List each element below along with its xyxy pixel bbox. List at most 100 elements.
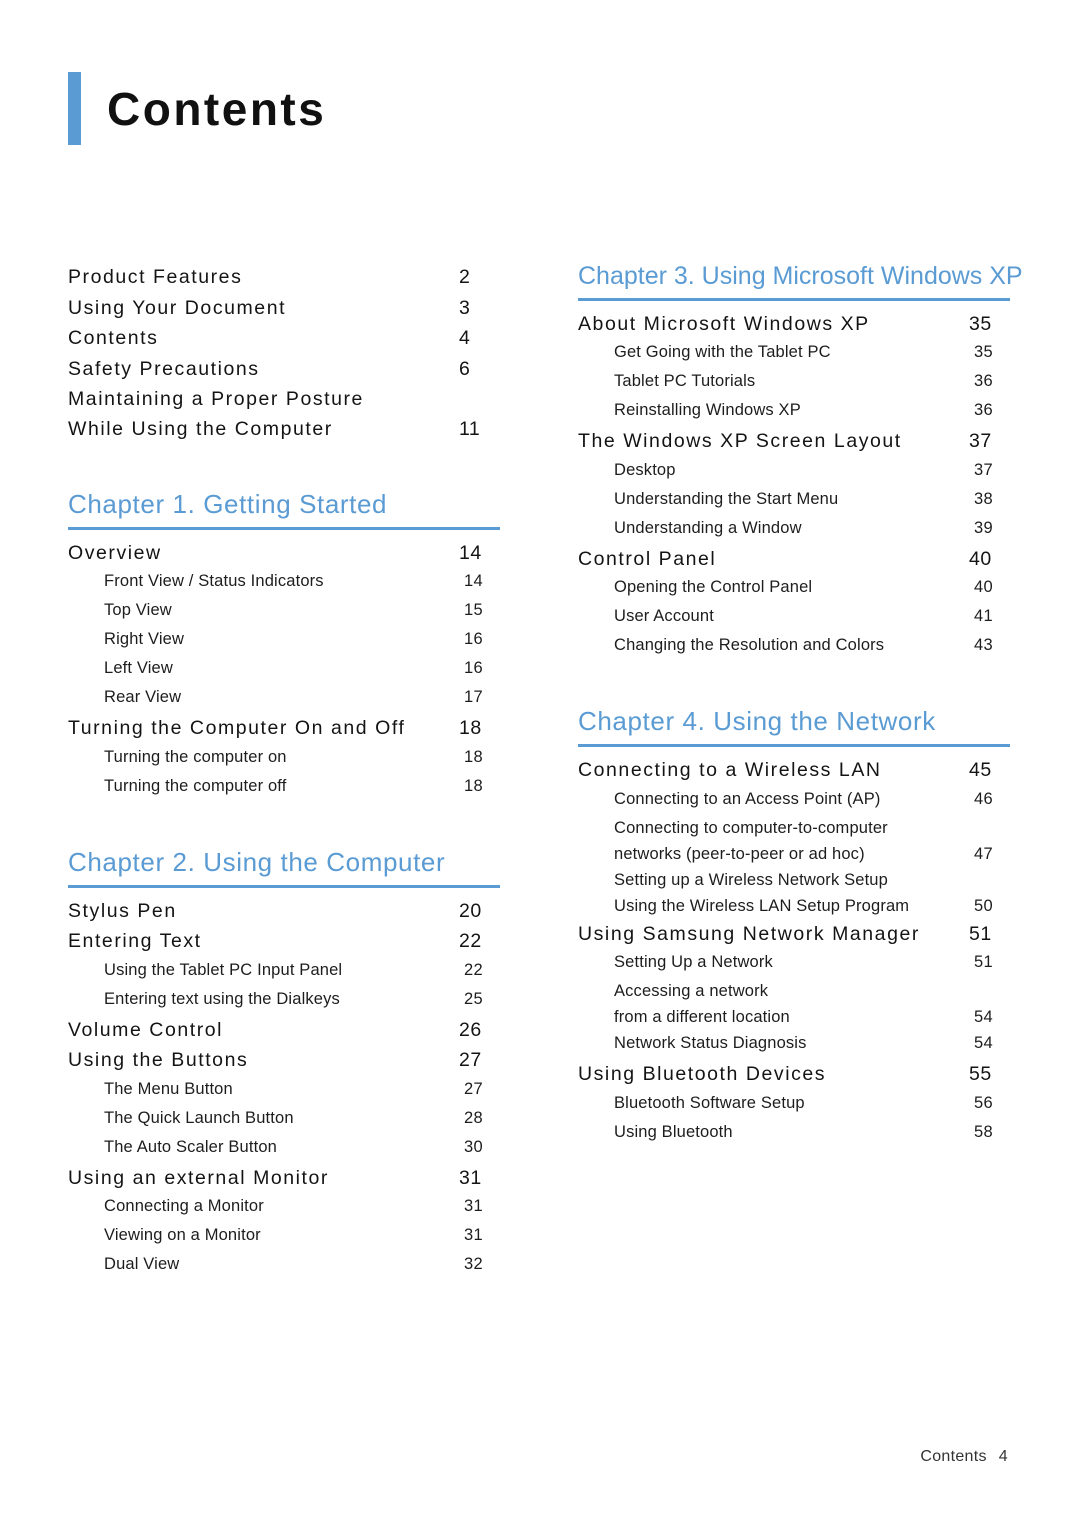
toc-entry-label: The Quick Launch Button bbox=[104, 1108, 294, 1127]
toc-chapter-heading[interactable]: Chapter 4. Using the Network bbox=[578, 706, 1010, 744]
toc-entry[interactable]: Setting Up a Network 51 bbox=[578, 949, 1010, 978]
toc-entry-label: Connecting to computer-to-computer netwo… bbox=[614, 818, 888, 863]
toc-entry[interactable]: Top View 15 bbox=[68, 597, 500, 626]
toc-chapter: Chapter 3. Using Microsoft Windows XP Abo… bbox=[578, 262, 1023, 661]
toc-entry-label: Stylus Pen bbox=[68, 899, 177, 922]
toc-entry-page-number: 36 bbox=[974, 401, 993, 420]
toc-entry[interactable]: Rear View 17 bbox=[68, 684, 500, 713]
toc-entry[interactable]: About Microsoft Windows XP 35 bbox=[578, 310, 1010, 340]
toc-entry[interactable]: Right View 16 bbox=[68, 626, 500, 655]
toc-entry-page-number: 16 bbox=[464, 659, 483, 678]
toc-entry-page-number: 6 bbox=[459, 357, 471, 380]
toc-entry[interactable]: Using an external Monitor 31 bbox=[68, 1164, 500, 1194]
toc-entry[interactable]: Viewing on a Monitor 31 bbox=[68, 1222, 500, 1251]
toc-entry[interactable]: Using Your Document 3 bbox=[68, 294, 500, 324]
toc-entry[interactable]: The Windows XP Screen Layout 37 bbox=[578, 427, 1010, 457]
toc-entry-label: Bluetooth Software Setup bbox=[614, 1093, 805, 1112]
toc-entry-page-number: 31 bbox=[464, 1197, 483, 1216]
toc-entry[interactable]: User Account 41 bbox=[578, 603, 1010, 632]
toc-entry[interactable]: Using the Buttons 27 bbox=[68, 1046, 500, 1076]
toc-entry-label: Viewing on a Monitor bbox=[104, 1226, 261, 1245]
toc-entry[interactable]: Overview 14 bbox=[68, 539, 500, 569]
toc-entry[interactable]: Desktop 37 bbox=[578, 457, 1010, 486]
toc-chapter: Chapter 2. Using the Computer Stylus Pen 2… bbox=[68, 847, 500, 1280]
toc-entry[interactable]: Stylus Pen 20 bbox=[68, 897, 500, 927]
toc-entry[interactable]: Product Features 2 bbox=[68, 263, 500, 293]
toc-entry-label: Turning the computer on bbox=[104, 747, 287, 766]
toc-entry-page-number: 40 bbox=[974, 578, 993, 597]
toc-entry[interactable]: Left View 16 bbox=[68, 655, 500, 684]
toc-entry[interactable]: Accessing a network from a different loc… bbox=[578, 978, 1010, 1030]
toc-entry[interactable]: Control Panel 40 bbox=[578, 545, 1010, 575]
toc-entry-label: Control Panel bbox=[578, 547, 717, 570]
toc-entry-page-number: 35 bbox=[969, 312, 992, 335]
toc-entry[interactable]: Reinstalling Windows XP 36 bbox=[578, 397, 1010, 426]
toc-chapter-heading[interactable]: Chapter 3. Using Microsoft Windows XP bbox=[578, 262, 1023, 298]
toc-entry-label: Turning the Computer On and Off bbox=[68, 717, 406, 740]
toc-entry[interactable]: Connecting to a Wireless LAN 45 bbox=[578, 756, 1010, 786]
toc-entry[interactable]: Setting up a Wireless Network Setup Usin… bbox=[578, 867, 1010, 919]
toc-entry-page-number: 16 bbox=[464, 630, 483, 649]
toc-entry[interactable]: The Quick Launch Button 28 bbox=[68, 1105, 500, 1134]
toc-entry[interactable]: Volume Control 26 bbox=[68, 1016, 500, 1046]
toc-entry[interactable]: Turning the Computer On and Off 18 bbox=[68, 714, 500, 744]
toc-entry-label: Tablet PC Tutorials bbox=[614, 372, 756, 391]
page-header: Contents bbox=[68, 72, 326, 145]
toc-entry[interactable]: Contents 4 bbox=[68, 324, 500, 354]
toc-entry-label: Product Features bbox=[68, 266, 243, 288]
toc-entry[interactable]: Turning the computer off 18 bbox=[68, 773, 500, 802]
toc-entry[interactable]: Bluetooth Software Setup 56 bbox=[578, 1090, 1010, 1119]
toc-entry[interactable]: Tablet PC Tutorials 36 bbox=[578, 368, 1010, 397]
toc-entry-page-number: 30 bbox=[464, 1137, 483, 1156]
toc-entry[interactable]: The Auto Scaler Button 30 bbox=[68, 1134, 500, 1163]
toc-entry-label: Dual View bbox=[104, 1255, 180, 1274]
toc-entry-page-number: 20 bbox=[459, 899, 482, 922]
toc-entry[interactable]: Front View / Status Indicators 14 bbox=[68, 568, 500, 597]
toc-entry[interactable]: Network Status Diagnosis 54 bbox=[578, 1030, 1010, 1059]
toc-entry[interactable]: Maintaining a Proper Posture While Using… bbox=[68, 385, 500, 444]
toc-entry[interactable]: Understanding a Window 39 bbox=[578, 515, 1010, 544]
toc-frontmatter: Product Features 2 Using Your Document 3 Con… bbox=[68, 263, 500, 444]
toc-chapter-heading[interactable]: Chapter 2. Using the Computer bbox=[68, 847, 500, 885]
toc-entry[interactable]: Connecting to computer-to-computer netwo… bbox=[578, 815, 1010, 867]
toc-entry[interactable]: Get Going with the Tablet PC 35 bbox=[578, 339, 1010, 368]
toc-entry[interactable]: Entering text using the Dialkeys 25 bbox=[68, 986, 500, 1015]
toc-entry-page-number: 47 bbox=[974, 844, 993, 863]
toc-entry-page-number: 18 bbox=[464, 747, 483, 766]
toc-entry-page-number: 51 bbox=[974, 953, 993, 972]
toc-entry-page-number: 11 bbox=[459, 417, 481, 440]
toc-entry[interactable]: Connecting to an Access Point (AP) 46 bbox=[578, 786, 1010, 815]
toc-entry[interactable]: Using Bluetooth 58 bbox=[578, 1119, 1010, 1148]
toc-entry-label: Maintaining a Proper Posture While Using… bbox=[68, 388, 364, 440]
toc-entry[interactable]: Using the Tablet PC Input Panel 22 bbox=[68, 957, 500, 986]
toc-entry[interactable]: Changing the Resolution and Colors 43 bbox=[578, 632, 1010, 661]
toc-entry-label: Volume Control bbox=[68, 1018, 224, 1041]
toc-entry[interactable]: Turning the computer on 18 bbox=[68, 744, 500, 773]
toc-entry[interactable]: Connecting a Monitor 31 bbox=[68, 1193, 500, 1222]
toc-entry-label: Left View bbox=[104, 659, 173, 678]
toc-entry-page-number: 22 bbox=[459, 930, 482, 953]
toc-entry-label: Top View bbox=[104, 601, 172, 620]
toc-entry[interactable]: Using Bluetooth Devices 55 bbox=[578, 1060, 1010, 1090]
toc-entry-label: Reinstalling Windows XP bbox=[614, 401, 801, 420]
page-footer: Contents 4 bbox=[0, 1448, 1080, 1466]
toc-entry[interactable]: Entering Text 22 bbox=[68, 927, 500, 957]
toc-entry-label: Opening the Control Panel bbox=[614, 578, 813, 597]
toc-entry-page-number: 50 bbox=[974, 896, 993, 915]
toc-entry-page-number: 46 bbox=[974, 789, 993, 808]
toc-entry-page-number: 36 bbox=[974, 372, 993, 391]
toc-entry-label: Using the Tablet PC Input Panel bbox=[104, 960, 343, 979]
toc-entry-label: Setting up a Wireless Network Setup Usin… bbox=[614, 870, 910, 915]
toc-entry-label: Using Samsung Network Manager bbox=[578, 922, 920, 945]
toc-chapter-heading[interactable]: Chapter 1. Getting Started bbox=[68, 489, 500, 527]
toc-entry[interactable]: Safety Precautions 6 bbox=[68, 355, 500, 385]
toc-entry[interactable]: Dual View 32 bbox=[68, 1251, 500, 1280]
toc-entry[interactable]: Opening the Control Panel 40 bbox=[578, 574, 1010, 603]
toc-entry[interactable]: The Menu Button 27 bbox=[68, 1076, 500, 1105]
toc-entry[interactable]: Using Samsung Network Manager 51 bbox=[578, 920, 1010, 950]
toc-column-left: Product Features 2 Using Your Document 3 Con… bbox=[68, 262, 500, 1280]
toc-entry-label: The Windows XP Screen Layout bbox=[578, 430, 902, 453]
toc-entry[interactable]: Understanding the Start Menu 38 bbox=[578, 486, 1010, 515]
toc-entry-page-number: 38 bbox=[974, 489, 993, 508]
toc-entry-page-number: 35 bbox=[974, 343, 993, 362]
